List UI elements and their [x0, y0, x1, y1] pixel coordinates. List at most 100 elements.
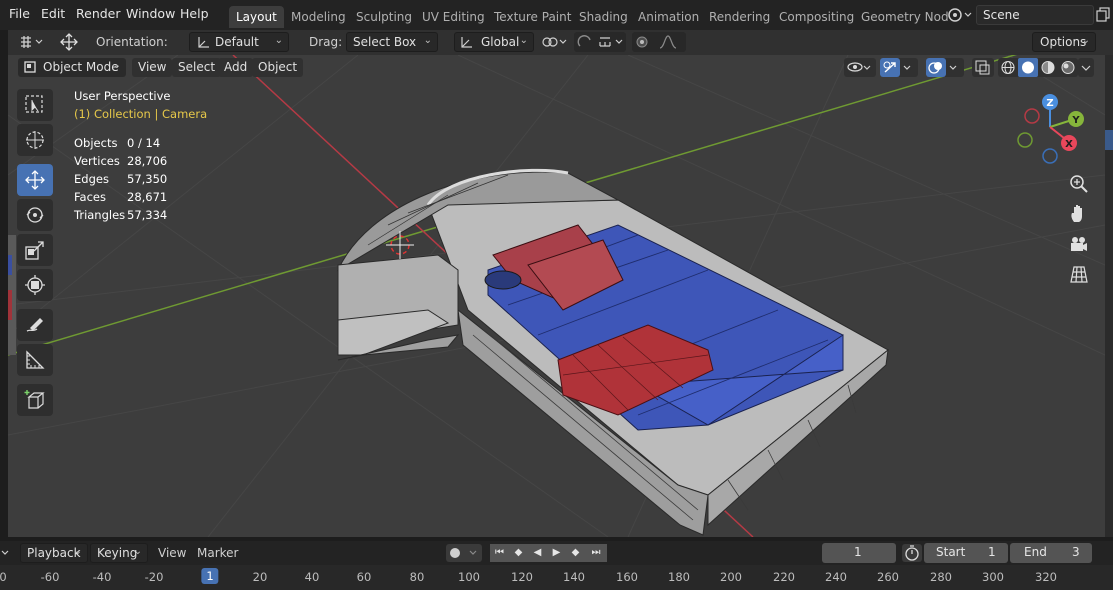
3d-viewport[interactable]	[8, 55, 1105, 537]
tab-texture-paint[interactable]: Texture Paint	[487, 6, 578, 28]
overlay-toggle[interactable]	[926, 58, 964, 77]
pan-button[interactable]	[1066, 201, 1092, 227]
gizmo-toggle[interactable]	[880, 58, 918, 77]
select-box-tool[interactable]	[17, 89, 53, 121]
chevron-down-icon: ⌄	[519, 35, 528, 46]
mode-dropdown[interactable]: Object Mode ⌄	[18, 58, 126, 77]
scale-tool[interactable]	[17, 234, 53, 266]
bed-model	[336, 168, 889, 536]
pivot-point-button[interactable]	[538, 32, 570, 52]
preview-range-toggle[interactable]	[902, 544, 922, 562]
viewport-menu-view[interactable]: View	[132, 58, 173, 77]
tab-animation[interactable]: Animation	[631, 6, 706, 28]
transform-pivot-button[interactable]	[56, 32, 82, 52]
camera-view-button[interactable]	[1066, 232, 1092, 258]
snap-toggle[interactable]	[574, 32, 626, 52]
current-frame-field[interactable]: 1	[822, 543, 896, 563]
add-cube-tool-icon	[24, 390, 45, 409]
scene-selector-button[interactable]	[944, 5, 974, 25]
menu-window[interactable]: Window	[126, 6, 175, 21]
prev-keyframe-button[interactable]: ◆	[509, 544, 528, 562]
tab-sculpting[interactable]: Sculpting	[349, 6, 419, 28]
shading-options-dropdown[interactable]	[1078, 58, 1094, 77]
negative-z-handle	[1042, 148, 1058, 164]
jump-start-button[interactable]: ⏮	[490, 544, 509, 562]
panel-tab[interactable]	[1105, 130, 1113, 150]
proportional-edit-toggle[interactable]	[632, 32, 686, 52]
new-scene-button[interactable]	[1096, 6, 1112, 24]
measure-tool[interactable]	[17, 344, 53, 376]
negative-y-handle	[1017, 132, 1033, 148]
rendered-shading-icon	[1061, 61, 1075, 74]
cursor-tool[interactable]	[17, 124, 53, 156]
ruler-tick: 320	[1035, 570, 1057, 584]
editor-type-button[interactable]	[16, 32, 46, 52]
tab-rendering[interactable]: Rendering	[702, 6, 777, 28]
ruler-tick: -20	[144, 570, 164, 584]
tab-layout[interactable]: Layout	[229, 6, 284, 28]
end-frame-field[interactable]: End 3	[1010, 543, 1092, 563]
chevron-down-icon	[1, 550, 9, 555]
viewport-menu-object[interactable]: Object	[252, 58, 304, 77]
xray-toggle[interactable]	[972, 58, 994, 77]
start-frame-field[interactable]: Start 1	[924, 543, 1008, 563]
overlay-icon	[926, 58, 946, 77]
play-reverse-icon: ◀	[533, 547, 542, 558]
zoom-button[interactable]	[1066, 171, 1092, 197]
prev-keyframe-icon: ◆	[514, 547, 523, 558]
wireframe-shading-icon	[1001, 60, 1015, 75]
viewport-menu-select[interactable]: Select	[172, 58, 222, 77]
visibility-dropdown[interactable]	[844, 58, 876, 77]
play-reverse-button[interactable]: ◀	[528, 544, 547, 562]
timeline-menu-marker[interactable]: Marker	[197, 546, 238, 560]
stat-value: 28,706	[127, 154, 168, 168]
orientation-dropdown[interactable]: Default ⌄	[189, 32, 289, 52]
auto-keying-toggle[interactable]	[446, 544, 482, 562]
annotate-tool-icon	[26, 318, 43, 332]
drag-dropdown[interactable]: Select Box ⌄	[346, 32, 438, 52]
editor-type-icon	[21, 36, 43, 48]
jump-end-icon: ⏭	[591, 547, 601, 558]
mode-value: Object Mode	[43, 60, 119, 74]
scene-name: Scene	[983, 8, 1020, 22]
material-shading-icon	[1041, 61, 1055, 74]
add-cube-tool[interactable]	[17, 384, 53, 416]
playback-menu[interactable]: Playback ⌄	[20, 543, 88, 563]
move-tool[interactable]	[17, 164, 53, 196]
rotate-tool[interactable]	[17, 199, 53, 231]
keying-menu[interactable]: Keying ⌄	[90, 543, 148, 563]
rotate-tool-icon	[26, 207, 44, 223]
ruler-tick: 280	[930, 570, 952, 584]
timeline-ruler[interactable]: 0 -60 -40 -20 1 20 40 60 80 100 120 140 …	[0, 565, 1113, 590]
menu-render[interactable]: Render	[76, 6, 121, 21]
menu-file[interactable]: File	[9, 6, 30, 21]
tab-shading[interactable]: Shading	[572, 6, 635, 28]
transform-orientation-dropdown[interactable]: Global ⌄	[454, 32, 534, 52]
tab-uv-editing[interactable]: UV Editing	[415, 6, 492, 28]
timeline-menu-view[interactable]: View	[158, 546, 186, 560]
ruler-tick: -40	[92, 570, 112, 584]
ortho-toggle-button[interactable]	[1066, 262, 1092, 288]
next-keyframe-button[interactable]: ◆	[566, 544, 585, 562]
menu-edit[interactable]: Edit	[41, 6, 65, 21]
viewport-menu-add[interactable]: Add	[218, 58, 254, 77]
jump-end-button[interactable]: ⏭	[585, 544, 607, 562]
current-frame-indicator[interactable]: 1	[201, 568, 219, 584]
navigation-gizmo[interactable]: Z Y X	[1012, 92, 1102, 172]
transform-tool[interactable]	[17, 269, 53, 301]
options-dropdown[interactable]: Options ⌄	[1032, 32, 1096, 52]
tab-compositing[interactable]: Compositing	[772, 6, 861, 28]
tab-modeling[interactable]: Modeling	[284, 6, 353, 28]
tab-geometry-nodes[interactable]: Geometry Nod	[854, 6, 956, 28]
properties-panel-edge[interactable]	[1105, 55, 1113, 537]
move-icon	[60, 33, 78, 51]
annotate-tool[interactable]	[17, 309, 53, 341]
scene-name-field[interactable]: Scene	[976, 5, 1094, 25]
copy-icon	[1096, 7, 1110, 22]
editor-type-button[interactable]	[0, 544, 14, 562]
transform-orientation-value: Global	[481, 35, 520, 49]
menu-help[interactable]: Help	[180, 6, 209, 21]
orientation-icon	[198, 37, 209, 48]
play-button[interactable]: ▶	[547, 544, 566, 562]
ruler-tick: 140	[563, 570, 585, 584]
